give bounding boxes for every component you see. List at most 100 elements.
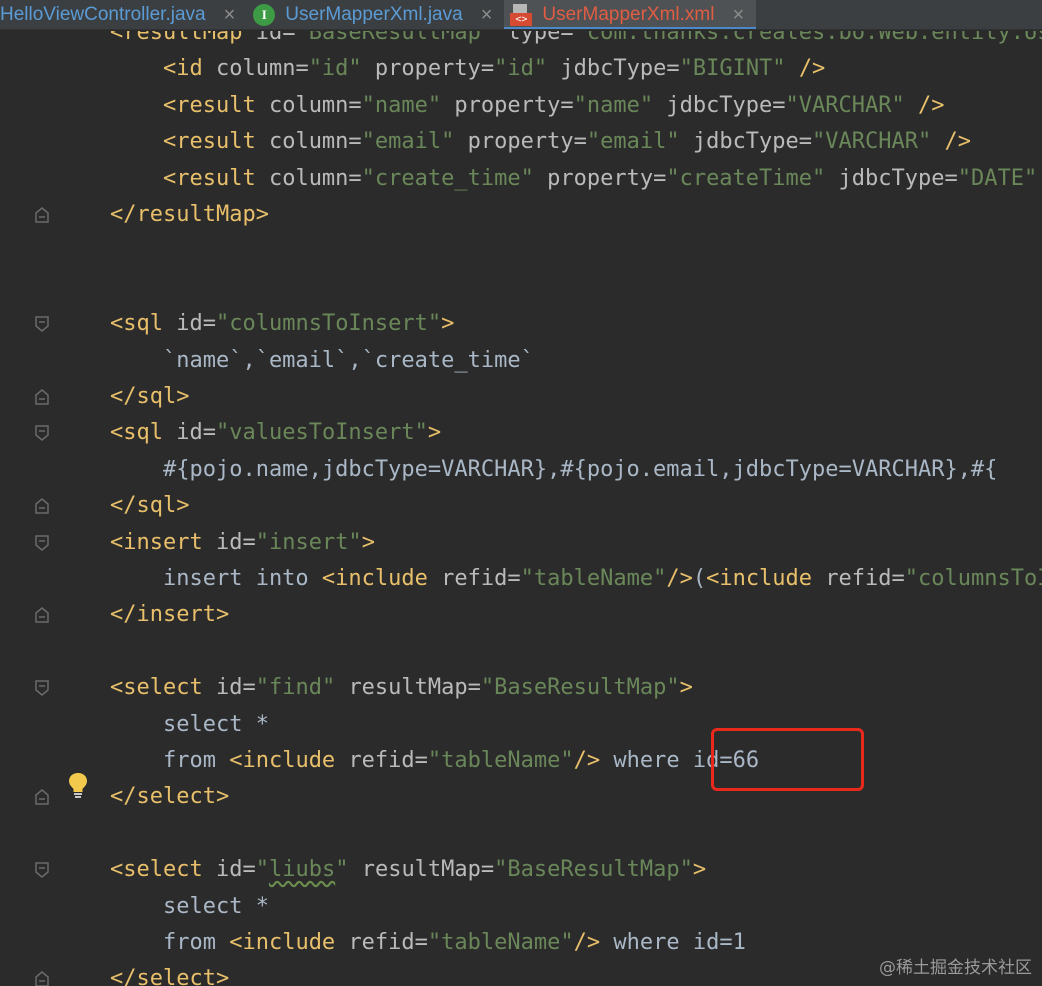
code-line[interactable]: <insert id="insert"> (110, 525, 375, 561)
code-token: liubs (268, 857, 336, 883)
code-line[interactable]: <sql id="columnsToInsert"> (110, 306, 454, 342)
code-line[interactable]: <select id="liubs" resultMap="BaseResult… (110, 852, 706, 888)
code-token: <resultMap (110, 31, 256, 45)
code-line[interactable]: <select id="find" resultMap="BaseResultM… (110, 670, 693, 706)
code-line[interactable]: </insert> (110, 597, 229, 633)
code-token: "DATE" (957, 165, 1042, 191)
code-line[interactable]: select * (110, 707, 269, 743)
code-line[interactable]: </sql> (110, 379, 189, 415)
code-token: "id" (494, 56, 561, 82)
code-token: id= (176, 420, 216, 446)
code-token: jdbcType= (692, 129, 813, 155)
tab-user-mapper-xml-xml[interactable]: <> UserMapperXml.xml × (504, 0, 757, 29)
tab-user-mapper-xml-java[interactable]: I UserMapperXml.java × (247, 0, 504, 29)
close-icon[interactable]: × (732, 4, 744, 27)
code-line[interactable]: from <include refid="tableName"/> where … (110, 925, 746, 961)
tab-hello-view-controller[interactable]: HelloViewController.java × (0, 0, 247, 29)
code-line[interactable]: </select> (110, 961, 229, 986)
code-line[interactable]: <resultMap id="BaseResultMap" type="com.… (110, 31, 1042, 51)
code-token: id= (215, 857, 256, 883)
tab-label: UserMapperXml.xml (542, 4, 715, 25)
code-token: </select> (110, 784, 230, 810)
code-token: "id" (308, 56, 375, 82)
fold-end-icon[interactable] (35, 789, 49, 806)
code-token: property= (467, 129, 587, 155)
fold-end-icon[interactable] (35, 607, 49, 624)
code-token: ( (692, 566, 707, 591)
close-icon[interactable]: × (224, 4, 236, 27)
fold-open-icon[interactable] (35, 680, 49, 697)
code-line[interactable]: `name`,`email`,`create_time` (110, 343, 534, 379)
fold-open-icon[interactable] (35, 425, 49, 442)
code-token: <include (321, 566, 442, 591)
code-token: </sql> (110, 493, 190, 519)
code-token: jdbcType= (666, 92, 786, 118)
code-token: </resultMap> (110, 202, 269, 227)
fold-end-icon[interactable] (35, 971, 49, 986)
code-token: "columnsToInsert" (904, 566, 1042, 591)
code-token: /> (573, 930, 601, 955)
code-token: from (110, 748, 230, 773)
code-line[interactable]: <result column="name" property="name" jd… (110, 88, 945, 124)
code-token: "email" (586, 129, 693, 155)
code-line[interactable]: select * (110, 889, 269, 925)
fold-open-icon[interactable] (35, 316, 49, 333)
code-token: /> (918, 92, 945, 118)
code-token: <select (110, 675, 216, 701)
code-line[interactable]: </resultMap> (110, 197, 269, 233)
code-token: /> (944, 129, 972, 155)
code-line[interactable]: from <include refid="tableName"/> where … (110, 743, 759, 779)
code-token: "email" (361, 129, 468, 155)
code-line[interactable]: insert into <include refid="tableName"/>… (110, 561, 1042, 597)
code-token: "BIGINT" (679, 56, 799, 82)
code-token: `name`,`email`,`create_time` (110, 347, 534, 373)
code-token: property= (547, 165, 667, 191)
code-line[interactable]: #{pojo.name,jdbcType=VARCHAR},#{pojo.ema… (110, 452, 997, 488)
fold-end-icon[interactable] (35, 389, 49, 405)
code-token: "find" (255, 675, 349, 701)
code-token: column= (215, 56, 309, 82)
code-line[interactable]: </sql> (110, 488, 189, 524)
code-token: /> (666, 566, 693, 591)
code-token: "tableName" (520, 566, 667, 591)
code-line[interactable]: <sql id="valuesToInsert"> (110, 415, 441, 451)
code-line[interactable]: <result column="create_time" property="c… (110, 161, 1042, 197)
code-token: "create_time" (361, 165, 548, 191)
code-token: "createTime" (666, 165, 839, 191)
code-token: id= (215, 529, 256, 555)
code-token: refid= (348, 748, 428, 773)
fold-end-icon[interactable] (35, 498, 49, 514)
code-token: </insert> (110, 602, 230, 628)
close-icon[interactable]: × (481, 4, 493, 27)
code-line[interactable]: <id column="id" property="id" jdbcType="… (110, 51, 825, 87)
code-token: property= (454, 92, 574, 118)
code-token: "BaseResultMap" (494, 857, 693, 883)
code-token: <insert (110, 529, 216, 555)
code-token: resultMap= (348, 675, 481, 701)
code-line[interactable]: <result column="email" property="email" … (110, 124, 971, 160)
code-token: refid= (441, 566, 521, 591)
lightbulb-icon[interactable] (66, 771, 90, 799)
fold-open-icon[interactable] (35, 534, 49, 551)
code-token: <sql (110, 311, 177, 337)
code-line[interactable]: </select> (110, 779, 229, 815)
code-token: </select> (110, 966, 230, 986)
code-token: > (427, 420, 442, 446)
code-token: "VARCHAR" (785, 92, 918, 118)
code-token: column= (268, 92, 362, 118)
code-token: <result (162, 165, 269, 191)
code-token: "columnsToInsert" (215, 311, 442, 337)
code-token: id= (176, 311, 216, 337)
fold-open-icon[interactable] (35, 862, 49, 879)
code-token: "BaseResultMap" (480, 675, 680, 701)
code-token: id= (255, 31, 296, 45)
highlight-box (711, 728, 864, 791)
code-token: jdbcType= (560, 56, 680, 82)
code-token: " (335, 857, 362, 883)
code-token: "VARCHAR" (812, 129, 945, 155)
code-token: <id (162, 56, 216, 82)
editor-gutter (0, 31, 100, 986)
fold-end-icon[interactable] (35, 207, 49, 223)
code-editor[interactable]: <resultMap id="BaseResultMap" type="com.… (110, 31, 1042, 986)
